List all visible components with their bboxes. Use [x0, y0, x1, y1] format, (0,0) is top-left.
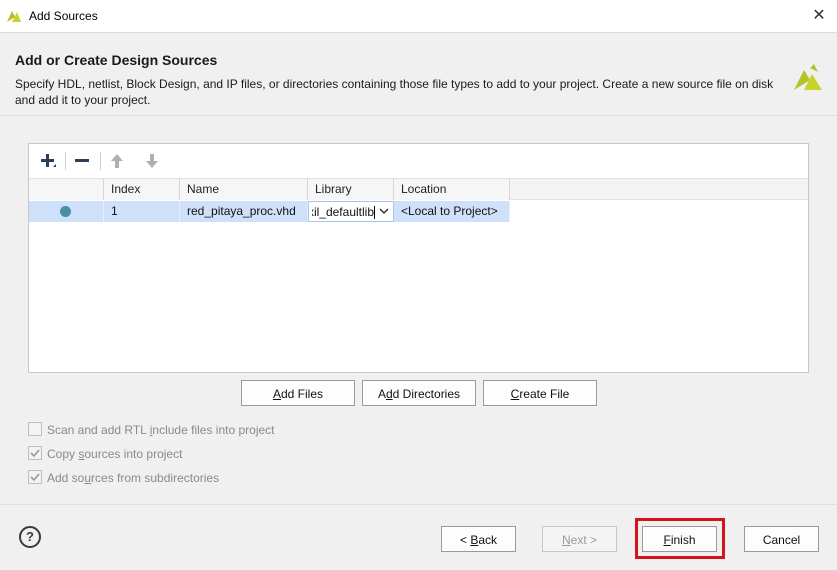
- add-subdirectories-label: Add sources from subdirectories: [47, 471, 220, 485]
- add-directories-button[interactable]: Add Directories: [362, 380, 476, 406]
- arrow-up-icon: [111, 154, 123, 168]
- add-files-button[interactable]: Add Files: [241, 380, 355, 406]
- column-header-location[interactable]: Location: [394, 179, 510, 200]
- window-title: Add Sources: [29, 9, 98, 23]
- close-icon[interactable]: ✕: [809, 6, 829, 26]
- column-header-name[interactable]: Name: [180, 179, 308, 200]
- add-source-button[interactable]: [37, 150, 59, 172]
- vivado-app-icon: [7, 11, 21, 22]
- toolbar-divider: [100, 152, 101, 170]
- page-title: Add or Create Design Sources: [15, 52, 218, 68]
- header-divider: [0, 115, 837, 116]
- create-file-button[interactable]: Create File: [483, 380, 597, 406]
- sources-table-panel: Index Name Library Location 1 red_pitaya…: [28, 143, 809, 373]
- add-subdirectories-checkbox[interactable]: [28, 470, 42, 484]
- row-location-cell: <Local to Project>: [394, 201, 510, 222]
- row-index-cell: 1: [104, 201, 180, 222]
- table-row[interactable]: 1 red_pitaya_proc.vhd xil_defaultlib <Lo…: [29, 201, 510, 222]
- minus-icon: [75, 159, 89, 162]
- move-down-button[interactable]: [141, 150, 163, 172]
- arrow-down-icon: [146, 154, 158, 168]
- column-header-status: [29, 179, 104, 200]
- next-button[interactable]: Next >: [542, 526, 617, 552]
- checkmark-icon: [30, 473, 40, 482]
- copy-sources-checkbox[interactable]: [28, 446, 42, 460]
- remove-source-button[interactable]: [71, 150, 93, 172]
- checkmark-icon: [30, 449, 40, 458]
- move-up-button[interactable]: [106, 150, 128, 172]
- row-status-cell: [29, 201, 104, 222]
- back-button[interactable]: < Back: [441, 526, 516, 552]
- toolbar-divider: [65, 152, 66, 170]
- table-header: Index Name Library Location: [29, 178, 808, 200]
- text-caret: [374, 206, 375, 219]
- help-icon[interactable]: ?: [19, 526, 41, 548]
- chevron-down-icon[interactable]: [377, 202, 391, 221]
- copy-sources-label: Copy sources into project: [47, 447, 183, 461]
- footer-divider: [0, 504, 837, 505]
- scan-rtl-include-label: Scan and add RTL include files into proj…: [47, 423, 275, 437]
- column-header-library[interactable]: Library: [308, 179, 394, 200]
- finish-highlight-box: [635, 518, 725, 559]
- table-toolbar: [29, 144, 808, 178]
- cancel-button[interactable]: Cancel: [744, 526, 819, 552]
- scan-rtl-include-checkbox[interactable]: [28, 422, 42, 436]
- page-description: Specify HDL, netlist, Block Design, and …: [15, 77, 774, 107]
- vivado-logo-icon: [794, 64, 822, 90]
- status-dot-icon: [60, 206, 71, 217]
- library-select[interactable]: xil_defaultlib: [308, 201, 394, 222]
- library-select-value: xil_defaultlib: [312, 205, 374, 219]
- row-name-cell: red_pitaya_proc.vhd: [180, 201, 308, 222]
- title-bar: Add Sources ✕: [0, 0, 837, 33]
- column-header-index[interactable]: Index: [104, 179, 180, 200]
- plus-icon: [41, 154, 56, 167]
